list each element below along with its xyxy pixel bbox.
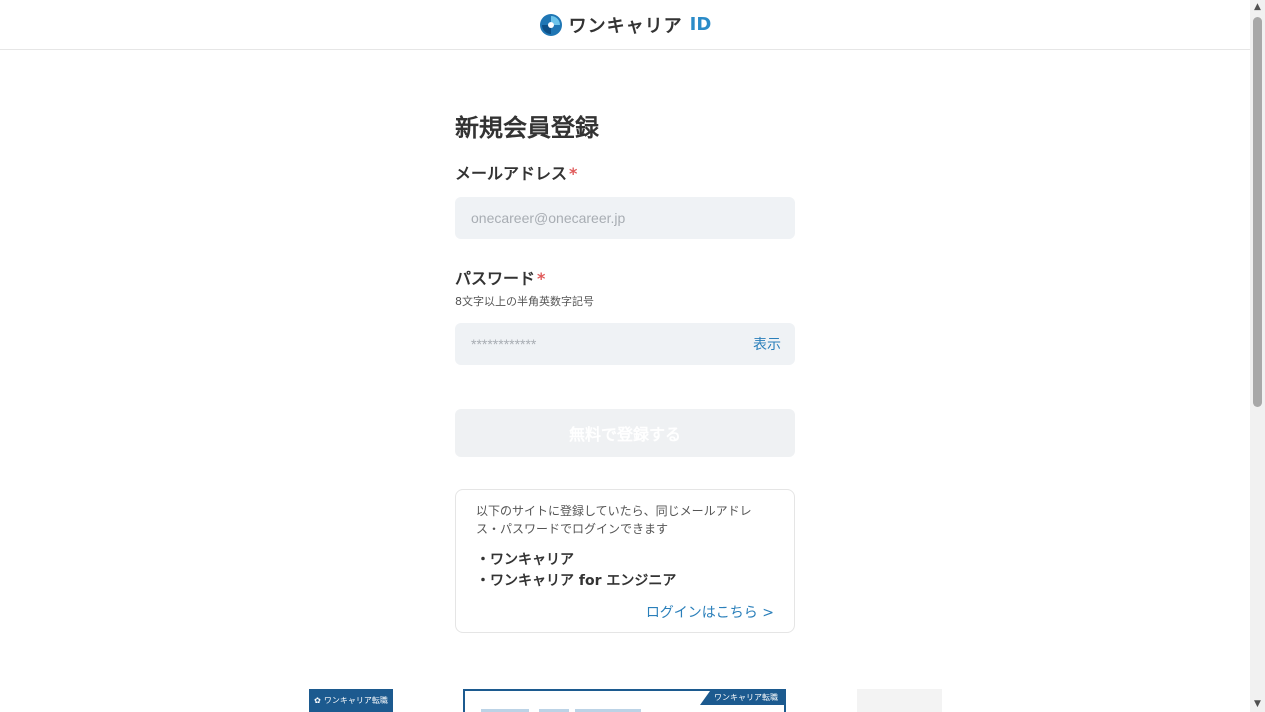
- banner-right[interactable]: [857, 689, 942, 712]
- password-input[interactable]: [455, 323, 795, 365]
- email-label-row: メールアドレス *: [455, 160, 795, 184]
- password-hint: 8文字以上の半角英数字記号: [455, 295, 594, 308]
- email-required-mark: *: [569, 164, 578, 183]
- page-title: 新規会員登録: [455, 114, 599, 142]
- existing-account-info: 以下のサイトに登録していたら、同じメールアドレス・パスワードでログインできます …: [455, 489, 795, 633]
- scroll-thumb[interactable]: [1253, 17, 1262, 407]
- signup-form: 新規会員登録 メールアドレス* パスワード* 8文字以上の半角英数字記号 表示 …: [455, 110, 795, 633]
- site-header: ワンキャリア ID: [0, 0, 1250, 50]
- login-link[interactable]: ログインはこちら >: [476, 602, 774, 622]
- site-list-item: ・ワンキャリア for エンジニア: [476, 573, 677, 589]
- banner-middle[interactable]: ワンキャリア転職: [463, 689, 786, 712]
- password-input-wrap: 表示: [455, 323, 795, 365]
- show-password-button[interactable]: 表示: [753, 334, 781, 354]
- banner-left[interactable]: ✿ ワンキャリア転職: [309, 689, 393, 712]
- banner-middle-tag: ワンキャリア転職: [700, 691, 784, 705]
- register-submit-button[interactable]: 無料で登録する: [455, 409, 795, 457]
- page-scrollbar[interactable]: ▲ ▼: [1250, 0, 1265, 712]
- logo-text: ワンキャリア: [568, 15, 683, 37]
- password-field-group: パスワード * 8文字以上の半角英数字記号 表示: [455, 265, 795, 365]
- onecareer-logo-icon: [539, 13, 563, 37]
- banner-row: ✿ ワンキャリア転職 ワンキャリア転職: [0, 689, 1250, 712]
- site-logo[interactable]: ワンキャリア ID: [539, 12, 712, 38]
- password-label: パスワード: [455, 269, 536, 288]
- banner-left-text: ワンキャリア転職: [323, 696, 388, 705]
- info-text: 以下のサイトに登録していたら、同じメールアドレス・パスワードでログインできます: [476, 504, 752, 536]
- email-label: メールアドレス: [455, 164, 568, 183]
- banner-logo-icon: ✿: [314, 696, 321, 705]
- logo-id-text: ID: [689, 14, 712, 35]
- email-field-group: メールアドレス *: [455, 160, 795, 239]
- site-list-item: ・ワンキャリア: [476, 552, 574, 568]
- scroll-up-arrow-icon[interactable]: ▲: [1252, 2, 1263, 13]
- scroll-down-arrow-icon[interactable]: ▼: [1252, 699, 1263, 710]
- password-required-mark: *: [537, 269, 546, 288]
- site-list: ・ワンキャリア ・ワンキャリア for エンジニア: [476, 550, 774, 592]
- email-input[interactable]: [455, 197, 795, 239]
- password-label-row: パスワード *: [455, 265, 795, 289]
